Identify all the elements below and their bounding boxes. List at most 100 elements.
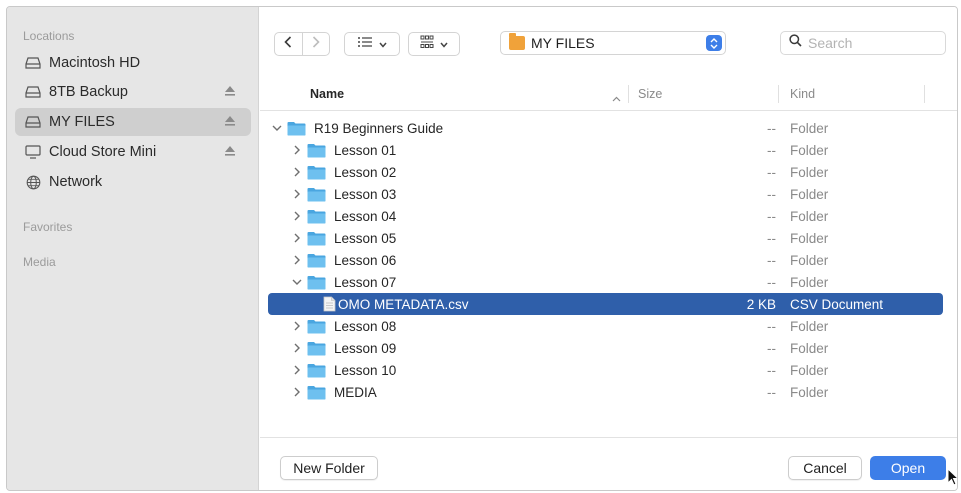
folder-row[interactable]: Lesson 10 -- Folder — [268, 359, 943, 381]
drive-icon — [25, 114, 41, 130]
eject-icon[interactable] — [223, 144, 237, 158]
folder-icon — [307, 363, 326, 378]
up-down-chevron-icon — [706, 35, 722, 51]
file-size: -- — [767, 164, 776, 180]
list-view-icon — [357, 35, 373, 53]
folder-icon — [509, 33, 525, 50]
disclosure-collapsed-icon[interactable] — [291, 254, 303, 266]
file-name: Lesson 06 — [334, 252, 397, 268]
drive-icon — [25, 84, 41, 100]
file-name: Lesson 01 — [334, 142, 397, 158]
folder-row[interactable]: Lesson 01 -- Folder — [268, 139, 943, 161]
chevron-down-icon — [379, 35, 387, 53]
disclosure-collapsed-icon[interactable] — [291, 166, 303, 178]
eject-icon[interactable] — [223, 114, 237, 128]
file-kind: Folder — [790, 274, 829, 290]
sidebar-item-macintosh-hd[interactable]: Macintosh HD — [15, 49, 251, 77]
view-mode-button[interactable] — [344, 32, 400, 56]
file-size: 2 KB — [746, 296, 776, 312]
file-row[interactable]: OMO METADATA.csv 2 KB CSV Document — [268, 293, 943, 315]
column-separator — [778, 85, 779, 103]
file-size: -- — [767, 362, 776, 378]
disclosure-collapsed-icon[interactable] — [291, 188, 303, 200]
group-by-button[interactable] — [408, 32, 460, 56]
sidebar-item-8tb-backup[interactable]: 8TB Backup — [15, 78, 251, 106]
folder-icon — [307, 341, 326, 356]
disclosure-expanded-icon[interactable] — [291, 276, 303, 288]
chevron-down-icon — [440, 35, 448, 53]
folder-row[interactable]: Lesson 03 -- Folder — [268, 183, 943, 205]
column-separator — [924, 85, 925, 103]
file-kind: Folder — [790, 186, 829, 202]
file-size: -- — [767, 142, 776, 158]
sidebar-item-cloud-store-mini[interactable]: Cloud Store Mini — [15, 138, 251, 166]
folder-icon — [307, 231, 326, 246]
open-button[interactable]: Open — [870, 456, 946, 480]
sidebar-item-network[interactable]: Network — [15, 168, 251, 196]
folder-row[interactable]: Lesson 08 -- Folder — [268, 315, 943, 337]
file-kind: Folder — [790, 208, 829, 224]
folder-row[interactable]: Lesson 07 -- Folder — [268, 271, 943, 293]
sidebar-item-label: Macintosh HD — [49, 55, 141, 71]
disclosure-collapsed-icon[interactable] — [291, 364, 303, 376]
folder-row[interactable]: MEDIA -- Folder — [268, 381, 943, 403]
file-name: Lesson 10 — [334, 362, 397, 378]
folder-row[interactable]: Lesson 04 -- Folder — [268, 205, 943, 227]
file-size: -- — [767, 120, 776, 136]
file-name: Lesson 05 — [334, 230, 397, 246]
disclosure-collapsed-icon[interactable] — [291, 342, 303, 354]
sidebar: Locations Macintosh HD 8TB Backup MY FIL… — [7, 7, 259, 490]
column-name[interactable]: Name — [310, 87, 344, 101]
sidebar-item-label: 8TB Backup — [49, 84, 128, 100]
file-size: -- — [767, 186, 776, 202]
disclosure-collapsed-icon[interactable] — [291, 386, 303, 398]
file-name: Lesson 07 — [334, 274, 397, 290]
file-kind: Folder — [790, 340, 829, 356]
sidebar-section-media: Media — [23, 255, 56, 269]
file-size: -- — [767, 318, 776, 334]
folder-icon — [307, 385, 326, 400]
path-popup[interactable]: MY FILES — [500, 31, 726, 55]
eject-icon[interactable] — [223, 84, 237, 98]
folder-icon — [307, 253, 326, 268]
forward-button[interactable] — [303, 33, 330, 55]
column-kind[interactable]: Kind — [790, 87, 815, 101]
file-size: -- — [767, 340, 776, 356]
file-kind: Folder — [790, 142, 829, 158]
toolbar: MY FILES Search — [260, 7, 957, 77]
current-path: MY FILES — [531, 35, 595, 51]
file-name: OMO METADATA.csv — [338, 296, 469, 312]
file-kind: Folder — [790, 120, 829, 136]
folder-row[interactable]: Lesson 05 -- Folder — [268, 227, 943, 249]
folder-row[interactable]: Lesson 09 -- Folder — [268, 337, 943, 359]
folder-row[interactable]: Lesson 06 -- Folder — [268, 249, 943, 271]
file-name: Lesson 08 — [334, 318, 397, 334]
sidebar-item-my-files[interactable]: MY FILES — [15, 108, 251, 136]
disclosure-collapsed-icon[interactable] — [291, 210, 303, 222]
folder-icon — [307, 187, 326, 202]
monitor-icon — [25, 144, 41, 160]
new-folder-button[interactable]: New Folder — [280, 456, 378, 480]
mouse-pointer-icon — [947, 467, 957, 488]
file-kind: Folder — [790, 164, 829, 180]
file-name: Lesson 04 — [334, 208, 397, 224]
folder-row[interactable]: R19 Beginners Guide -- Folder — [268, 117, 943, 139]
file-name: Lesson 03 — [334, 186, 397, 202]
disclosure-collapsed-icon[interactable] — [291, 232, 303, 244]
chevron-left-icon — [284, 35, 292, 53]
file-kind: Folder — [790, 230, 829, 246]
sidebar-item-label: Network — [49, 174, 103, 190]
folder-row[interactable]: Lesson 02 -- Folder — [268, 161, 943, 183]
search-field[interactable]: Search — [780, 31, 946, 55]
column-size[interactable]: Size — [638, 87, 662, 101]
column-header: Name Size Kind — [260, 77, 957, 111]
back-button[interactable] — [275, 33, 303, 55]
cancel-button[interactable]: Cancel — [788, 456, 862, 480]
disclosure-expanded-icon[interactable] — [271, 122, 283, 134]
file-kind: Folder — [790, 362, 829, 378]
file-name: R19 Beginners Guide — [314, 120, 444, 136]
chevron-right-icon — [312, 35, 320, 53]
folder-icon — [287, 121, 306, 136]
disclosure-collapsed-icon[interactable] — [291, 144, 303, 156]
disclosure-collapsed-icon[interactable] — [291, 320, 303, 332]
